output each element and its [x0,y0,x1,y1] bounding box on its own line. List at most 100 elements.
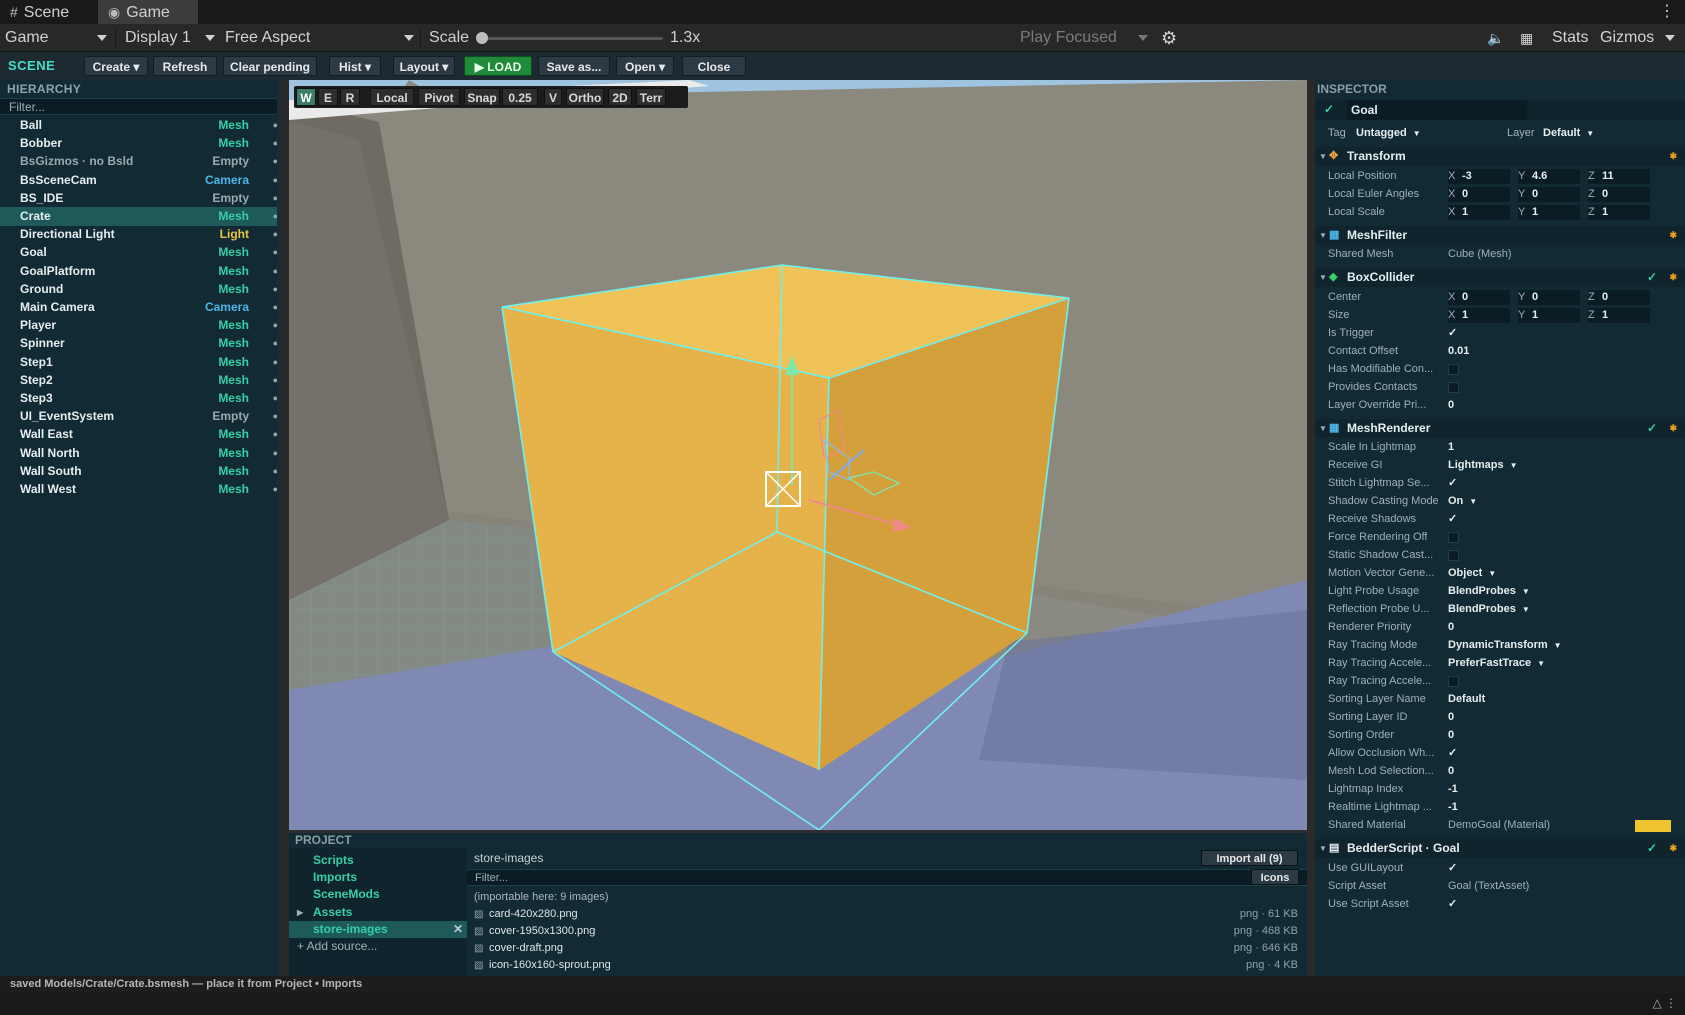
kebab-menu-icon[interactable]: ⋮ [1659,0,1675,24]
transform-header[interactable]: ▼ ✥ Transform ✱ [1315,147,1685,166]
is-trigger-checkbox[interactable]: ✓ [1448,324,1457,343]
layer-override-priority-field[interactable]: 0 [1448,396,1454,415]
bedderscript-header[interactable]: ▼ ▤ BedderScript · Goal ✓ ✱ [1315,839,1685,858]
meshrenderer-row-dropdown[interactable]: On ▼ [1448,492,1477,511]
meshrenderer-row-dropdown[interactable]: BlendProbes ▼ [1448,582,1530,601]
source-scripts[interactable]: Scripts [313,852,354,869]
collapse-triangle-icon[interactable]: ▼ [1319,226,1327,245]
2d-toggle[interactable]: 2D [608,88,632,106]
expand-triangle-icon[interactable]: ▶ [297,904,303,921]
close-button[interactable]: Close [682,56,746,76]
meshrenderer-row-swatch[interactable] [1635,820,1671,832]
hierarchy-item[interactable]: UI_EventSystem Empty ● [0,407,281,426]
meshrenderer-row-checkbox[interactable] [1448,532,1459,543]
hierarchy-item[interactable]: GoalPlatform Mesh ● [0,262,281,281]
enabled-checkbox[interactable]: ✓ [1647,839,1657,858]
pin-icon[interactable]: ✱ [1669,226,1677,245]
collider-size-x-field[interactable]: X1 [1448,307,1510,323]
hierarchy-item[interactable]: Wall East Mesh ● [0,425,281,444]
local-scale-x-field[interactable]: X1 [1448,204,1510,220]
collider-size-y-field[interactable]: Y1 [1518,307,1580,323]
meshrenderer-row-checkbox[interactable]: ✓ [1448,744,1457,763]
pin-icon[interactable]: ✱ [1669,839,1677,858]
layout-button[interactable]: Layout ▾ [393,56,455,76]
source-store-images[interactable]: store-images ✕ [289,921,467,938]
collapse-triangle-icon[interactable]: ▼ [1319,147,1327,166]
rotate-tool-button[interactable]: E [318,88,338,106]
hierarchy-item[interactable]: Player Mesh ● [0,316,281,335]
hierarchy-item[interactable]: Goal Mesh ● [0,243,281,262]
hierarchy-item[interactable]: BsGizmos · no Bsld Empty ● [0,152,281,171]
open-button[interactable]: Open ▾ [616,56,674,76]
play-focused-dropdown[interactable]: Play Focused [1020,24,1117,52]
meshrenderer-row-field[interactable]: DemoGoal (Material) [1448,816,1550,835]
meshrenderer-row-field[interactable]: 0 [1448,762,1454,781]
source-imports[interactable]: Imports [313,869,357,886]
meshfilter-header[interactable]: ▼ ▦ MeshFilter ✱ [1315,225,1685,245]
refresh-button[interactable]: Refresh [153,56,217,76]
hierarchy-item[interactable]: Wall West Mesh ● [0,480,281,499]
object-name-field[interactable]: Goal [1347,100,1527,120]
meshrenderer-row-field[interactable]: 1 [1448,438,1454,457]
aspect-dropdown[interactable]: Free Aspect [225,24,310,52]
local-euler-angles-y-field[interactable]: Y0 [1518,186,1580,202]
tab-scene[interactable]: # Scene [0,0,97,24]
vertex-snap-button[interactable]: V [544,88,562,106]
save-as-button[interactable]: Save as... [538,56,610,76]
tag-dropdown[interactable]: Untagged ▼ [1356,124,1421,143]
scale-tool-button[interactable]: R [340,88,360,106]
hierarchy-item[interactable]: BS_IDE Empty ● [0,189,281,208]
provides-contacts-checkbox[interactable] [1448,381,1459,393]
collapse-triangle-icon[interactable]: ▼ [1319,419,1327,438]
meshrenderer-row-checkbox[interactable]: ✓ [1448,474,1457,493]
has-modifiable-contacts-checkbox[interactable] [1448,363,1459,375]
load-button[interactable]: ▶ LOAD [464,56,532,76]
meshrenderer-row-dropdown[interactable]: BlendProbes ▼ [1448,600,1530,619]
meshrenderer-row-dropdown[interactable]: DynamicTransform ▼ [1448,636,1562,655]
ortho-toggle[interactable]: Ortho [566,88,604,106]
hierarchy-item[interactable]: Bobber Mesh ● [0,134,281,153]
enabled-checkbox[interactable]: ✓ [1647,419,1657,438]
layer-dropdown[interactable]: Default ▼ [1543,124,1594,143]
move-tool-button[interactable]: W [296,88,316,106]
pivot-toggle[interactable]: Pivot [418,88,460,106]
notification-icon[interactable]: △ ⋮ [1652,996,1677,1010]
snap-toggle[interactable]: Snap [464,88,500,106]
meshrenderer-row-field[interactable]: 0 [1448,708,1454,727]
stats-button[interactable]: Stats [1552,24,1588,52]
local-scale-z-field[interactable]: Z1 [1588,204,1650,220]
hierarchy-item[interactable]: BsSceneCam Camera ● [0,171,281,190]
hierarchy-item[interactable]: Spinner Mesh ● [0,334,281,353]
local-scale-y-field[interactable]: Y1 [1518,204,1580,220]
local-position-x-field[interactable]: X -3 [1448,168,1510,184]
icons-toggle-button[interactable]: Icons [1251,869,1299,885]
meshrenderer-row-dropdown[interactable]: Lightmaps ▼ [1448,456,1518,475]
hierarchy-item[interactable]: Ground Mesh ● [0,280,281,299]
script-asset-field[interactable]: Goal (TextAsset) [1448,877,1529,896]
contact-offset-field[interactable]: 0.01 [1448,342,1469,361]
local-euler-angles-z-field[interactable]: Z0 [1588,186,1650,202]
scale-slider-track[interactable] [481,37,663,40]
file-row[interactable]: ▨ card-420x280.png png · 61 KB [467,906,1307,923]
pin-icon[interactable]: ✱ [1669,419,1677,438]
terrain-toggle[interactable]: Terr [636,88,666,106]
hierarchy-item[interactable]: Crate Mesh ● [0,207,281,226]
meshrenderer-row-dropdown[interactable]: Object ▼ [1448,564,1496,583]
source-assets[interactable]: ▶ Assets [297,904,352,921]
collider-center-x-field[interactable]: X0 [1448,289,1510,305]
create-button[interactable]: Create ▾ [84,56,148,76]
panel-splitter[interactable] [281,80,289,976]
active-checkbox[interactable]: ✓ [1324,102,1334,116]
hierarchy-item[interactable]: Step2 Mesh ● [0,371,281,390]
hierarchy-item[interactable]: Wall North Mesh ● [0,444,281,463]
local-position-z-field[interactable]: Z 11 [1588,168,1650,184]
meshrenderer-row-checkbox[interactable]: ✓ [1448,510,1457,529]
audio-icon[interactable]: 🔈 [1487,24,1504,52]
bug-icon[interactable]: ⚙ [1161,24,1177,52]
use-script-asset-checkbox[interactable]: ✓ [1448,895,1457,914]
display-dropdown[interactable]: Display 1 [125,24,191,52]
scale-slider-thumb[interactable] [476,32,488,44]
scene-viewport[interactable]: W E R Local Pivot Snap 0.25 V Ortho 2D T… [289,80,1307,830]
meshrenderer-row-field[interactable]: 0 [1448,618,1454,637]
hierarchy-filter-input[interactable]: Filter... [0,98,281,115]
